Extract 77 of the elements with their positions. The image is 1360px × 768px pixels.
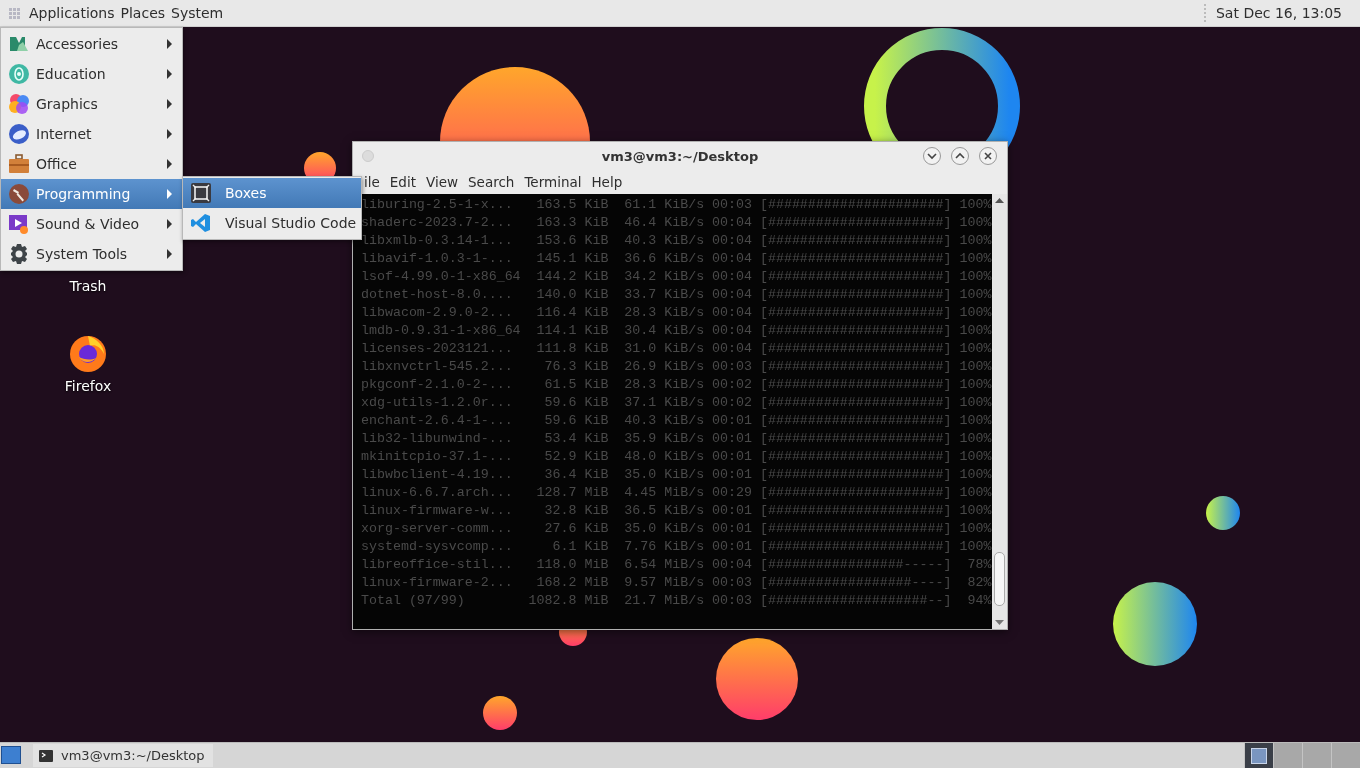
terminal-line: xorg-server-comm... 27.6 KiB 35.0 KiB/s 00:01 [######################] 100% <box>361 520 992 538</box>
terminal-line: pkgconf-2.1.0-2-... 61.5 KiB 28.3 KiB/s 00:02 [######################] 100% <box>361 376 992 394</box>
menu-item[interactable]: Internet <box>1 119 182 149</box>
terminal-line: libwacom-2.9.0-2... 116.4 KiB 28.3 KiB/s 00:04 [######################] 100% <box>361 304 992 322</box>
menu-item[interactable]: Education <box>1 59 182 89</box>
menu-item[interactable]: Boxes <box>183 178 361 208</box>
terminal-line: mkinitcpio-37.1-... 52.9 KiB 48.0 KiB/s 00:01 [######################] 100% <box>361 448 992 466</box>
submenu-arrow-icon <box>167 219 172 229</box>
terminal-line: libxmlb-0.3.14-1... 153.6 KiB 40.3 KiB/s 00:04 [######################] 100% <box>361 232 992 250</box>
panel-menu[interactable]: Places <box>117 5 169 21</box>
media-icon <box>9 214 29 234</box>
menu-bar-item[interactable]: View <box>420 174 463 190</box>
terminal-icon <box>39 749 53 762</box>
scroll-up-arrow-icon[interactable] <box>995 197 1004 203</box>
globe-icon <box>9 124 29 144</box>
menu-bar-item[interactable]: Search <box>463 174 520 190</box>
briefcase-icon <box>9 154 29 174</box>
frame-icon <box>191 183 211 203</box>
panel-menu[interactable]: Applications <box>26 5 118 21</box>
minimize-button[interactable] <box>923 147 941 165</box>
maximize-button[interactable] <box>951 147 969 165</box>
terminal-line: shaderc-2023.7-2... 163.3 KiB 46.4 KiB/s 00:04 [######################] 100% <box>361 214 992 232</box>
desktop-icon-label[interactable]: Firefox <box>64 378 112 394</box>
submenu-arrow-icon <box>167 159 172 169</box>
window-title: vm3@vm3:~/Desktop <box>601 148 759 164</box>
submenu-arrow-icon <box>167 189 172 199</box>
atom-icon <box>9 64 29 84</box>
window-menu-button[interactable] <box>362 150 374 162</box>
terminal-line: linux-6.6.7.arch... 128.7 MiB 4.45 MiB/s 00:29 [######################] 100% <box>361 484 992 502</box>
terminal-line: libxnvctrl-545.2... 76.3 KiB 26.9 KiB/s 00:03 [######################] 100% <box>361 358 992 376</box>
code-editor-icon <box>191 213 211 233</box>
taskbar-button[interactable]: vm3@vm3:~/Desktop <box>33 744 213 767</box>
terminal-line: Total (97/99) 1082.8 MiB 21.7 MiB/s 00:03 [####################--] 94% <box>361 592 992 610</box>
menu-item[interactable]: Accessories <box>1 29 182 59</box>
submenu-arrow-icon <box>167 39 172 49</box>
panel-menu[interactable]: System <box>168 5 227 21</box>
terminal-line: lib32-libunwind-... 53.4 KiB 35.9 KiB/s 00:01 [######################] 100% <box>361 430 992 448</box>
terminal-line: lmdb-0.9.31-1-x86_64 114.1 KiB 30.4 KiB/s 00:04 [######################] 100% <box>361 322 992 340</box>
close-button[interactable] <box>979 147 997 165</box>
gear-icon <box>9 244 29 264</box>
submenu-arrow-icon <box>167 249 172 259</box>
submenu-arrow-icon <box>167 69 172 79</box>
terminal-line: xdg-utils-1.2.0r... 59.6 KiB 37.1 KiB/s 00:02 [######################] 100% <box>361 394 992 412</box>
scrollbar-track[interactable] <box>992 194 1007 629</box>
terminal-line: libwbclient-4.19... 36.4 KiB 35.0 KiB/s 00:01 [######################] 100% <box>361 466 992 484</box>
menu-item[interactable]: Sound & Video <box>1 209 182 239</box>
menu-item[interactable]: Visual Studio Code <box>183 208 361 238</box>
terminal-line: lsof-4.99.0-1-x86_64 144.2 KiB 34.2 KiB/s 00:04 [######################] 100% <box>361 268 992 286</box>
menu-bar-item[interactable]: Help <box>586 174 628 190</box>
terminal-line: liburing-2.5-1-x... 163.5 KiB 61.1 KiB/s 00:03 [######################] 100% <box>361 196 992 214</box>
menu-item[interactable]: Office <box>1 149 182 179</box>
menu-bar-item[interactable]: Edit <box>384 174 421 190</box>
apps-grid-icon[interactable] <box>9 7 20 19</box>
terminal-line: linux-firmware-2... 168.2 MiB 9.57 MiB/s 00:03 [##################----] 82% <box>361 574 992 592</box>
terminal-line: enchant-2.6.4-1-... 59.6 KiB 40.3 KiB/s 00:01 [######################] 100% <box>361 412 992 430</box>
terminal-line: linux-firmware-w... 32.8 KiB 36.5 KiB/s 00:01 [######################] 100% <box>361 502 992 520</box>
menu-item[interactable]: Graphics <box>1 89 182 119</box>
terminal-line: libavif-1.0.3-1-... 145.1 KiB 36.6 KiB/s 00:04 [######################] 100% <box>361 250 992 268</box>
show-desktop-button[interactable] <box>1 746 21 764</box>
clock[interactable]: Sat Dec 16, 13:05 <box>1216 5 1342 21</box>
workspace-button[interactable] <box>1244 743 1273 768</box>
accessories-icon <box>9 34 29 54</box>
scroll-down-arrow-icon[interactable] <box>995 620 1004 626</box>
submenu-arrow-icon <box>167 99 172 109</box>
terminal-line: systemd-sysvcomp... 6.1 KiB 7.76 KiB/s 00:01 [######################] 100% <box>361 538 992 556</box>
submenu-arrow-icon <box>167 129 172 139</box>
scrollbar-thumb[interactable] <box>994 552 1005 606</box>
menu-bar-item[interactable]: ile <box>364 174 385 190</box>
menu-item[interactable]: Programming <box>1 179 182 209</box>
menu-item[interactable]: System Tools <box>1 239 182 269</box>
palette-icon <box>9 94 29 114</box>
desktop-icon-label[interactable]: Trash <box>69 278 107 294</box>
hammer-icon <box>9 184 29 204</box>
terminal-line: dotnet-host-8.0.... 140.0 KiB 33.7 KiB/s 00:04 [######################] 100% <box>361 286 992 304</box>
terminal-line: libreoffice-stil... 118.0 MiB 6.54 MiB/s 00:04 [#################-----] 78% <box>361 556 992 574</box>
terminal-line: licenses-2023121... 111.8 KiB 31.0 KiB/s 00:04 [######################] 100% <box>361 340 992 358</box>
menu-bar-item[interactable]: Terminal <box>519 174 587 190</box>
